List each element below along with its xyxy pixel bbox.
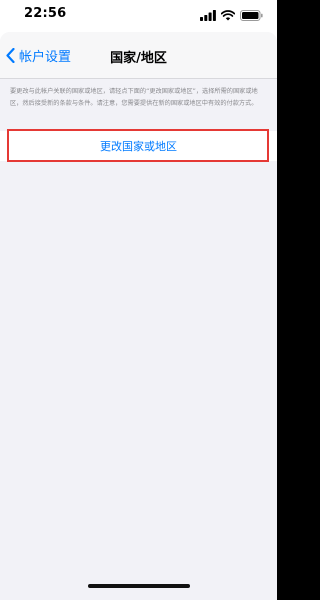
change-region-button[interactable]: 更改国家或地区 (0, 131, 277, 161)
home-indicator (88, 584, 190, 588)
back-button[interactable]: 帐户设置 (6, 46, 72, 65)
status-icons (200, 9, 263, 21)
status-time: 22:56 (24, 6, 67, 21)
wifi-icon (221, 9, 235, 20)
back-label: 帐户设置 (19, 49, 72, 65)
battery-icon (240, 9, 263, 21)
signal-icon (200, 9, 216, 21)
description-text: 要更改与此帐户关联的国家或地区，请轻点下面的“更改国家或地区”，选择所需的国家或… (10, 88, 258, 107)
chevron-left-icon (6, 47, 15, 63)
navigation-bar: 帐户设置 国家/地区 (0, 32, 277, 79)
settings-sheet: 帐户设置 国家/地区 要更改与此帐户关联的国家或地区，请轻点下面的“更改国家或地… (0, 32, 277, 600)
change-region-label: 更改国家或地区 (100, 140, 177, 153)
